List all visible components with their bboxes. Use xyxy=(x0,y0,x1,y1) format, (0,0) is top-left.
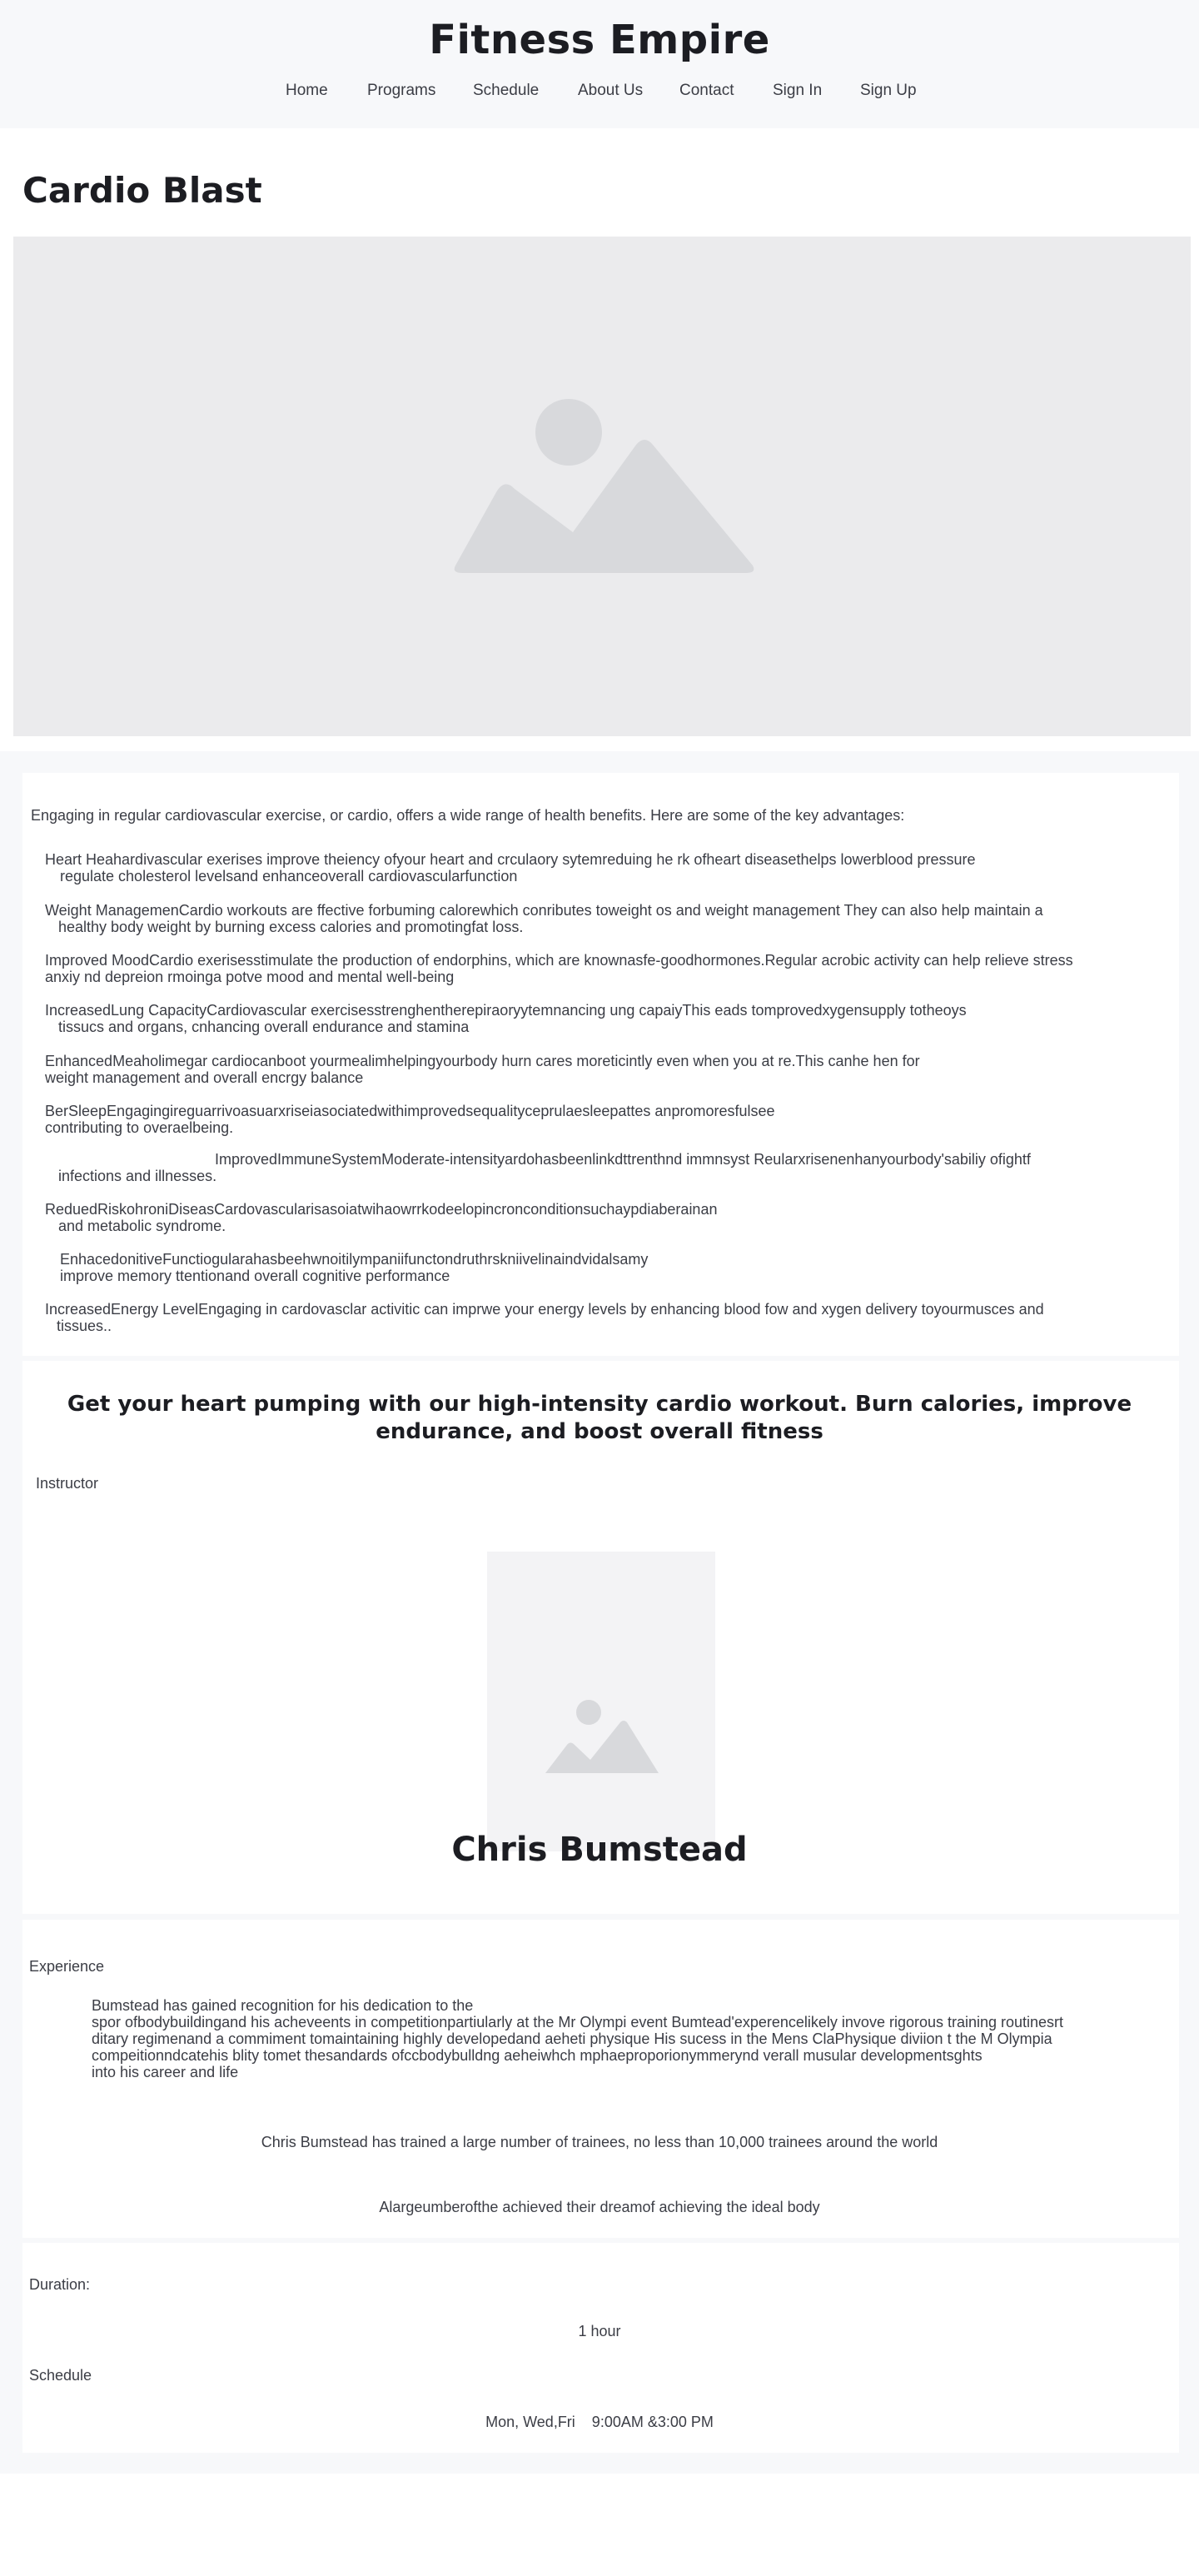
benefit-item: Improved MoodCardio exerisesstimulate th… xyxy=(45,952,1073,985)
image-placeholder-icon xyxy=(545,1700,659,1773)
nav-about-us[interactable]: About Us xyxy=(578,82,643,100)
benefit-item: Heart Heahardivascular exerises improve … xyxy=(45,851,976,884)
nav-contact[interactable]: Contact xyxy=(679,82,734,100)
benefit-item: ImprovedImmuneSystemModerate-intensityar… xyxy=(58,1151,1031,1184)
brand-logo[interactable]: Fitness Empire xyxy=(0,17,1199,63)
benefit-item: BerSleepEngagingireguarrivoasuarxriseias… xyxy=(45,1103,775,1136)
hero-image xyxy=(13,237,1191,736)
duration-label: Duration: xyxy=(29,2276,91,2293)
experience-text: Bumstead has gained recognition for his … xyxy=(92,1997,1064,2080)
program-title: Cardio Blast xyxy=(22,170,262,211)
nav-programs[interactable]: Programs xyxy=(367,82,435,100)
schedule-value: Mon, Wed,Fri 9:00AM &3:00 PM xyxy=(485,2414,714,2430)
benefit-item: EnhancedMeaholimegar cardiocanboot yourm… xyxy=(45,1053,920,1086)
benefit-item: IncreasedLung CapacityCardiovascular exe… xyxy=(45,1002,967,1035)
nav-sign-up[interactable]: Sign Up xyxy=(860,82,917,100)
benefit-item: Weight ManagemenCardio workouts are ffec… xyxy=(45,902,1043,935)
site-header: Fitness Empire Home Programs Schedule Ab… xyxy=(0,0,1199,128)
benefit-item: ReduedRiskohroniDiseasCardovascularisaso… xyxy=(45,1201,718,1234)
experience-label: Experience xyxy=(29,1958,105,1975)
nav-sign-in[interactable]: Sign In xyxy=(773,82,822,100)
trainees-text: Chris Bumstead has trained a large numbe… xyxy=(261,2134,938,2150)
program-headline: Get your heart pumping with our high-int… xyxy=(67,1392,1132,1444)
nav-home[interactable]: Home xyxy=(286,82,328,100)
instructor-name: Chris Bumstead xyxy=(451,1831,748,1869)
image-placeholder-icon xyxy=(454,399,754,573)
achievers-text: Alargeumberofthe achieved their dreamof … xyxy=(379,2199,820,2215)
benefits-intro: Engaging in regular cardiovascular exerc… xyxy=(31,807,905,824)
instructor-label: Instructor xyxy=(36,1475,99,1492)
duration-value: 1 hour xyxy=(578,2323,621,2339)
schedule-label: Schedule xyxy=(29,2367,92,2384)
main-nav: Home Programs Schedule About Us Contact … xyxy=(0,82,1199,102)
benefit-item: EnhacedonitiveFunctiogularahasbeehwnoiti… xyxy=(60,1251,649,1284)
benefit-item: IncreasedEnergy LevelEngaging in cardova… xyxy=(45,1301,1044,1334)
nav-schedule[interactable]: Schedule xyxy=(473,82,539,100)
instructor-photo xyxy=(487,1552,715,1851)
